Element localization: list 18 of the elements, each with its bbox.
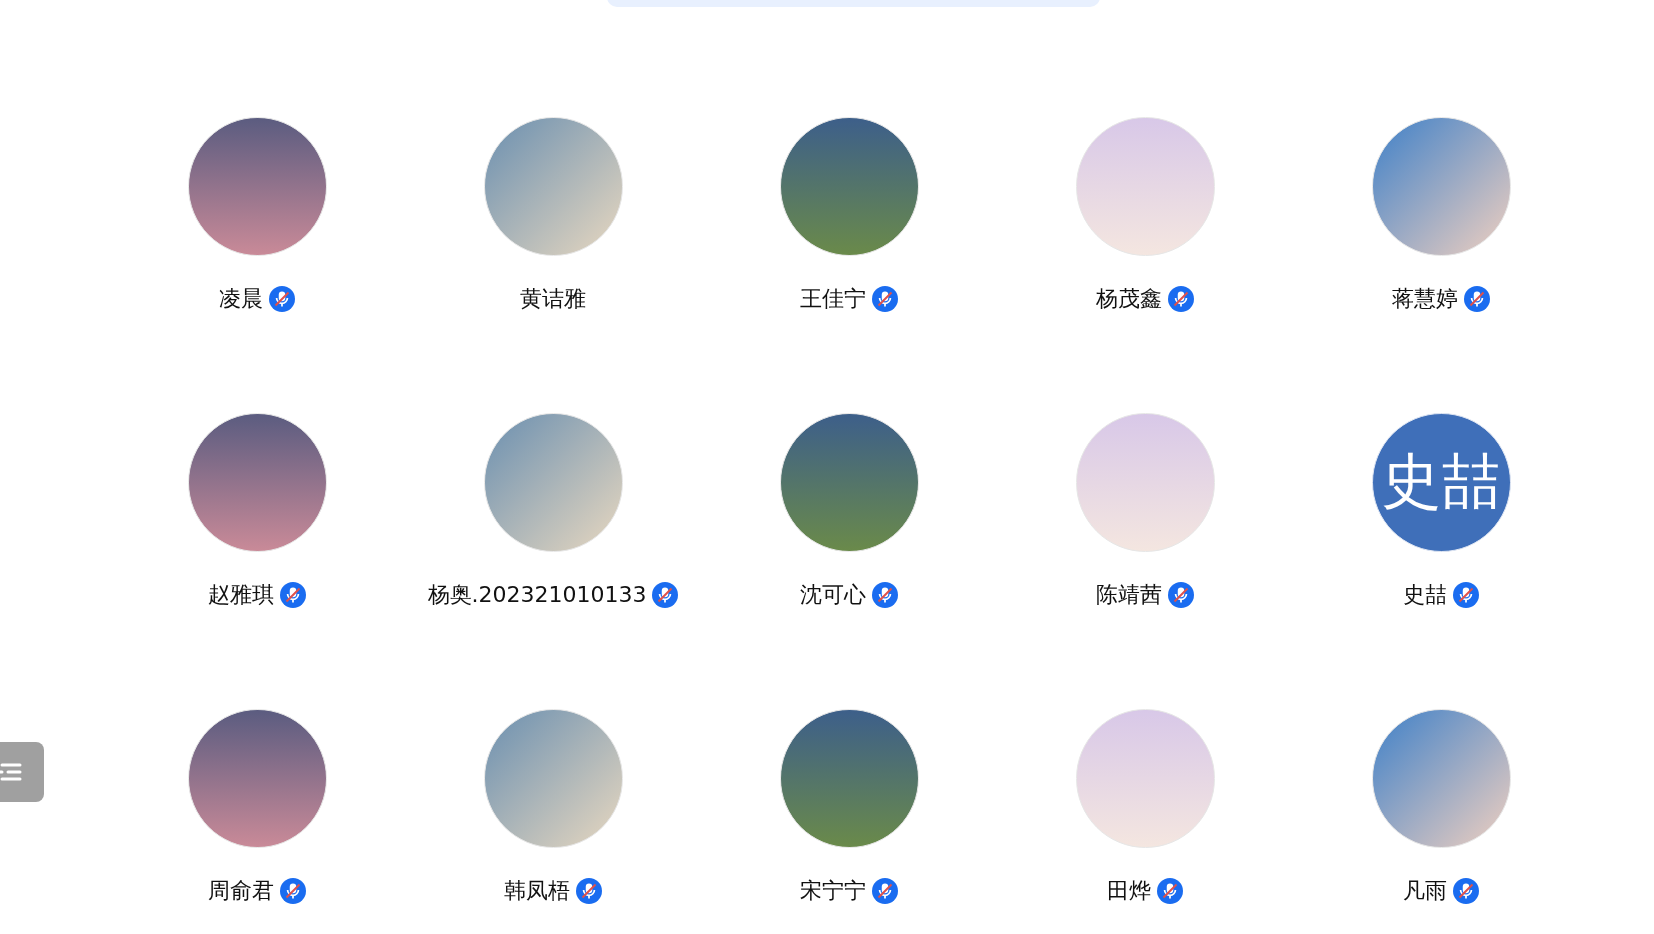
participant-name: 杨奥.202321010133	[427, 581, 647, 609]
participant-name: 王佳宁	[800, 285, 866, 313]
participant-name: 黄诘雅	[520, 285, 586, 313]
participant-name: 陈靖茜	[1096, 581, 1162, 609]
participant-name: 周俞君	[208, 877, 274, 905]
participant-name: 赵雅琪	[208, 581, 274, 609]
participant-name: 沈可心	[800, 581, 866, 609]
participant-name: 凡雨	[1403, 877, 1447, 905]
participant-name: 杨茂鑫	[1096, 285, 1162, 313]
list-icon	[0, 763, 22, 781]
list-button[interactable]	[0, 742, 44, 802]
participant-name: 宋宁宁	[800, 877, 866, 905]
participant-name: 凌晨	[219, 285, 263, 313]
participant-name: 蒋慧婷	[1392, 285, 1458, 313]
participant-name: 田烨	[1107, 877, 1151, 905]
participant-name: 韩凤梧	[504, 877, 570, 905]
avatar-initials: 史喆	[1371, 413, 1511, 552]
participant-name: 史喆	[1403, 581, 1447, 609]
